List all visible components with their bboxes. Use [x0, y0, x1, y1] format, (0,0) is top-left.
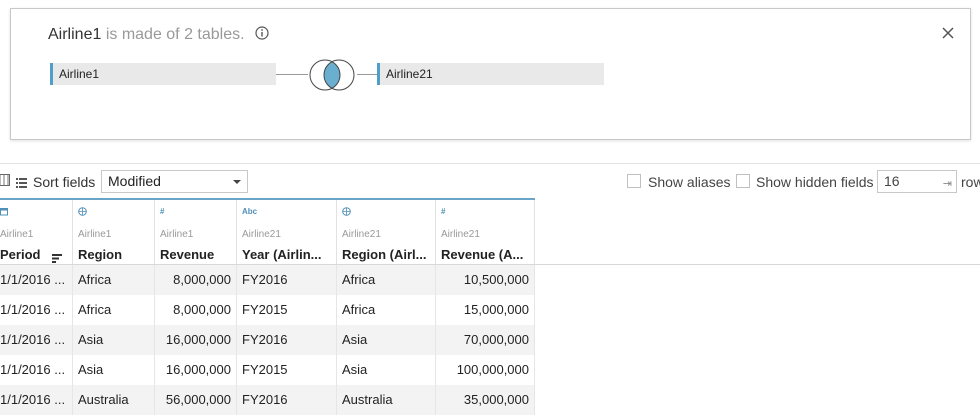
table-cell[interactable]: 1/1/2016 ... [0, 325, 73, 355]
table-cell[interactable]: Africa [337, 295, 436, 325]
table-row[interactable]: 1/1/2016 ... Africa 8,000,000 FY2016 Afr… [0, 265, 535, 295]
column-source: Airline21 [441, 229, 480, 240]
table-cell[interactable]: 100,000,000 [436, 355, 535, 385]
table-cell[interactable]: Africa [337, 265, 436, 295]
column-header-period[interactable]: Airline1 Period [0, 200, 73, 264]
table-cell[interactable]: Asia [337, 355, 436, 385]
column-name: Region (Airl... [342, 247, 427, 262]
datasource-name: Airline1 [48, 26, 102, 43]
column-header-region-airline21[interactable]: Airline21 Region (Airl... [337, 200, 436, 264]
table-cell[interactable]: FY2015 [237, 355, 337, 385]
table-cell[interactable]: 16,000,000 [155, 325, 237, 355]
table-cell[interactable]: 8,000,000 [155, 265, 237, 295]
show-hidden-fields-label: Show hidden fields [756, 174, 874, 190]
column-name: Revenue [160, 247, 215, 262]
rows-label: rows [961, 174, 980, 190]
table-cell[interactable]: FY2016 [237, 325, 337, 355]
globe-icon [78, 207, 87, 218]
sort-fields-select[interactable]: Modified [101, 170, 248, 193]
table-cell[interactable]: 35,000,000 [436, 385, 535, 415]
table-row[interactable]: 1/1/2016 ... Asia 16,000,000 FY2015 Asia… [0, 355, 535, 385]
rows-count-input[interactable]: 16 ⇥ [877, 170, 957, 193]
string-icon: Abc [242, 207, 258, 216]
number-icon: # [160, 207, 165, 216]
arrow-right-icon[interactable]: ⇥ [943, 174, 952, 195]
panel-divider [0, 163, 980, 164]
join-connector-left [276, 74, 308, 75]
table-cell[interactable]: Asia [73, 355, 155, 385]
grid-view-icon[interactable] [0, 174, 10, 186]
column-name: Region [78, 247, 123, 262]
table-cell[interactable]: Africa [73, 295, 155, 325]
table-cell[interactable]: 1/1/2016 ... [0, 295, 73, 325]
join-title: Airline1 is made of 2 tables. [48, 26, 269, 45]
table-cell[interactable]: Australia [73, 385, 155, 415]
table-cell[interactable]: 1/1/2016 ... [0, 265, 73, 295]
sort-fields-label: Sort fields [33, 174, 96, 190]
join-subtitle: is made of 2 tables. [105, 26, 245, 43]
table-cell[interactable]: 1/1/2016 ... [0, 355, 73, 385]
inner-join-icon[interactable] [307, 59, 357, 96]
column-header-revenue[interactable]: # Airline1 Revenue [155, 200, 237, 264]
table-cell[interactable]: 16,000,000 [155, 355, 237, 385]
close-icon[interactable] [940, 25, 956, 41]
grid-toolbar: Sort fields Modified Show aliases Show h… [0, 170, 980, 194]
chevron-down-icon [233, 180, 241, 184]
table-cell[interactable]: 8,000,000 [155, 295, 237, 325]
show-hidden-fields-checkbox[interactable] [736, 174, 750, 188]
table-cell[interactable]: Asia [337, 325, 436, 355]
table-cell[interactable]: Australia [337, 385, 436, 415]
right-table-pill[interactable]: Airline21 [377, 63, 604, 85]
table-row[interactable]: 1/1/2016 ... Australia 56,000,000 FY2016… [0, 385, 535, 415]
table-cell[interactable]: Asia [73, 325, 155, 355]
column-name: Year (Airlin... [242, 247, 322, 262]
left-table-pill[interactable]: Airline1 [50, 63, 276, 85]
column-source: Airline21 [242, 229, 281, 240]
column-source: Airline21 [342, 229, 381, 240]
table-cell[interactable]: 15,000,000 [436, 295, 535, 325]
number-icon: # [441, 207, 446, 216]
table-cell[interactable]: FY2015 [237, 295, 337, 325]
column-header-region[interactable]: Airline1 Region [73, 200, 155, 264]
column-name: Period [0, 247, 41, 262]
table-cell[interactable]: FY2016 [237, 265, 337, 295]
column-source: Airline1 [0, 229, 34, 240]
show-aliases-label: Show aliases [648, 174, 731, 190]
table-cell[interactable]: 70,000,000 [436, 325, 535, 355]
column-header-revenue-airline21[interactable]: # Airline21 Revenue (A... [436, 200, 535, 264]
table-cell[interactable]: FY2016 [237, 385, 337, 415]
table-row[interactable]: 1/1/2016 ... Africa 8,000,000 FY2015 Afr… [0, 295, 535, 325]
globe-icon [342, 207, 351, 218]
column-header-year[interactable]: Abc Airline21 Year (Airlin... [237, 200, 337, 264]
sort-fields-value: Modified [108, 173, 161, 189]
table-cell[interactable]: 1/1/2016 ... [0, 385, 73, 415]
join-connector-right [357, 74, 377, 75]
date-icon [0, 207, 9, 218]
table-cell[interactable]: 56,000,000 [155, 385, 237, 415]
rows-count-value: 16 [884, 173, 900, 189]
info-icon[interactable] [255, 26, 269, 45]
join-panel: Airline1 is made of 2 tables. Airline1 A… [10, 8, 971, 140]
table-cell[interactable]: 10,500,000 [436, 265, 535, 295]
table-cell[interactable]: Africa [73, 265, 155, 295]
list-view-icon[interactable] [16, 175, 27, 193]
show-aliases-checkbox[interactable] [627, 174, 641, 188]
table-row[interactable]: 1/1/2016 ... Asia 16,000,000 FY2016 Asia… [0, 325, 535, 355]
column-name: Revenue (A... [441, 247, 524, 262]
column-source: Airline1 [78, 229, 112, 240]
column-source: Airline1 [160, 229, 194, 240]
data-grid: Airline1 Period Airline1 Region # Airlin… [0, 198, 980, 420]
